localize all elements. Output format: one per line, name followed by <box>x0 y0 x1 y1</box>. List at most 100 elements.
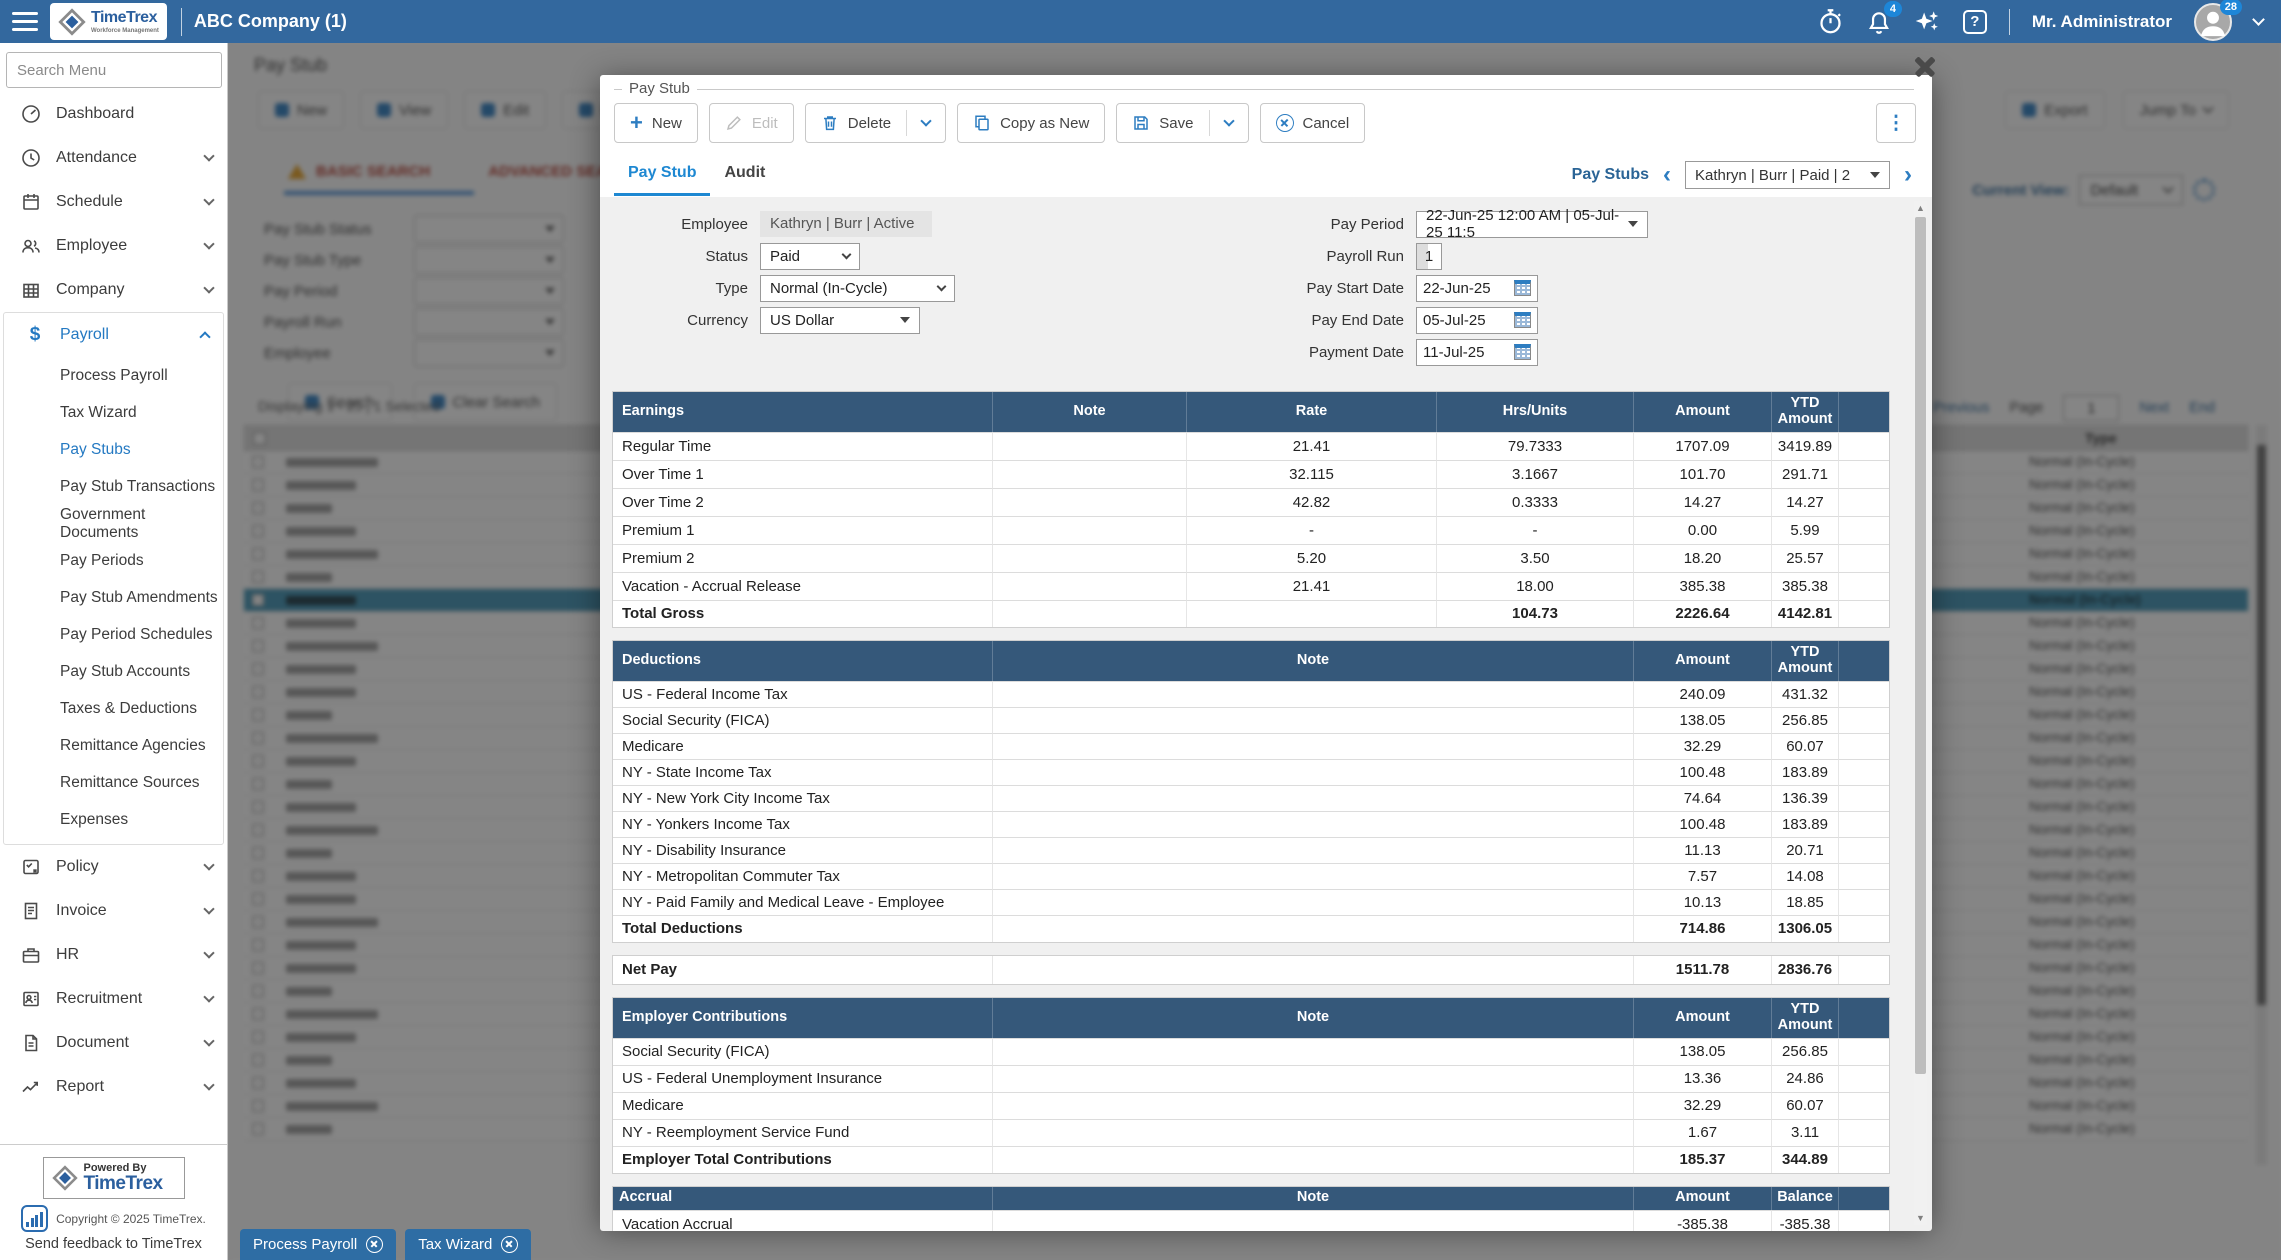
sidebar-item-policy[interactable]: Policy <box>0 845 227 889</box>
user-menu-chevron-icon[interactable] <box>2252 13 2265 26</box>
scroll-down-icon[interactable] <box>1914 1211 1927 1225</box>
sidebar-subitem[interactable]: Remittance Sources <box>4 764 223 801</box>
sidebar-item-payroll[interactable]: Payroll <box>4 313 223 357</box>
deduction-row[interactable]: NY - Metropolitan Commuter Tax 7.57 14.0… <box>613 863 1889 889</box>
sidebar-subitem[interactable]: Pay Period Schedules <box>4 616 223 653</box>
modal-content: Employee Kathryn | Burr | Active Status … <box>600 197 1932 1231</box>
earnings-row[interactable]: Regular Time 21.41 79.7333 1707.09 3419.… <box>613 432 1889 460</box>
employee-field: Kathryn | Burr | Active <box>760 211 932 237</box>
powered-by-timetrex[interactable]: Powered By TimeTrex <box>43 1157 185 1199</box>
close-circle-icon[interactable] <box>501 1236 518 1253</box>
dock-tab-tax-wizard[interactable]: Tax Wizard <box>405 1229 531 1260</box>
employer-contribution-row[interactable]: NY - Reemployment Service Fund 1.67 3.11 <box>613 1119 1889 1146</box>
earnings-row[interactable]: Over Time 2 42.82 0.3333 14.27 14.27 <box>613 488 1889 516</box>
sidebar-item-company[interactable]: Company <box>0 268 227 312</box>
delete-menu-chevron[interactable] <box>907 104 945 142</box>
tab-pay-stub[interactable]: Pay Stub <box>614 154 710 196</box>
bar-chart-icon[interactable] <box>21 1205 48 1232</box>
earnings-row[interactable]: Premium 1 - - 0.00 5.99 <box>613 516 1889 544</box>
deduction-row[interactable]: NY - State Income Tax 100.48 183.89 <box>613 759 1889 785</box>
scroll-up-icon[interactable] <box>1914 201 1927 215</box>
copy-as-new-button[interactable]: Copy as New <box>957 103 1105 143</box>
modal-legend: Pay Stub <box>622 80 697 97</box>
save-button[interactable]: Save <box>1117 104 1208 142</box>
deduction-row[interactable]: US - Federal Income Tax 240.09 431.32 <box>613 681 1889 707</box>
delete-button[interactable]: Delete <box>806 104 906 142</box>
deduction-row[interactable]: NY - Disability Insurance 11.13 20.71 <box>613 837 1889 863</box>
plus-icon <box>630 112 643 134</box>
sidebar-subitem[interactable]: Process Payroll <box>4 357 223 394</box>
currency-select[interactable]: US Dollar <box>760 307 920 334</box>
sidebar-item-schedule[interactable]: Schedule <box>0 180 227 224</box>
close-circle-icon[interactable] <box>366 1236 383 1253</box>
record-selector[interactable]: Kathryn | Burr | Paid | 2 <box>1685 161 1890 189</box>
deduction-row[interactable]: NY - New York City Income Tax 74.64 136.… <box>613 785 1889 811</box>
save-menu-chevron[interactable] <box>1210 104 1248 142</box>
employer-contribution-row[interactable]: US - Federal Unemployment Insurance 13.3… <box>613 1065 1889 1092</box>
tab-audit[interactable]: Audit <box>710 154 779 196</box>
earnings-row[interactable]: Over Time 1 32.115 3.1667 101.70 291.71 <box>613 460 1889 488</box>
chevron-down-icon <box>203 991 214 1002</box>
close-icon[interactable] <box>1910 52 1940 82</box>
calendar-icon[interactable] <box>1514 280 1531 296</box>
app-window: TimeTrex Workforce Management ABC Compan… <box>0 0 2281 1260</box>
caret-down-icon <box>1870 172 1880 178</box>
edit-button[interactable]: Edit <box>709 103 794 143</box>
payment-date-input[interactable]: 11-Jul-25 <box>1416 339 1538 366</box>
sidebar-subitem[interactable]: Remittance Agencies <box>4 727 223 764</box>
previous-record-icon[interactable]: ‹ <box>1661 163 1673 187</box>
accrual-row[interactable]: Vacation Accrual -385.38 -385.38 <box>613 1210 1889 1231</box>
feedback-link[interactable]: Send feedback to TimeTrex <box>0 1236 227 1252</box>
pay-period-select[interactable]: 22-Jun-25 12:00 AM | 05-Jul-25 11:5 <box>1416 211 1648 238</box>
sidebar-item-recruitment[interactable]: Recruitment <box>0 977 227 1021</box>
earnings-row[interactable]: Premium 2 5.20 3.50 18.20 25.57 <box>613 544 1889 572</box>
modal-scrollbar[interactable] <box>1914 201 1927 1225</box>
sidebar-item-invoice[interactable]: Invoice <box>0 889 227 933</box>
sidebar-subitem[interactable]: Expenses <box>4 801 223 838</box>
kebab-menu-icon[interactable] <box>1876 103 1916 143</box>
timetrex-logo[interactable]: TimeTrex Workforce Management <box>50 3 167 40</box>
employer-contribution-row[interactable]: Social Security (FICA) 138.05 256.85 <box>613 1038 1889 1065</box>
next-record-icon[interactable]: › <box>1902 163 1914 187</box>
cancel-button[interactable]: Cancel <box>1260 103 1366 143</box>
status-select[interactable]: Paid <box>760 243 860 270</box>
sidebar-subitem[interactable]: Pay Stubs <box>4 431 223 468</box>
sidebar-item-dashboard[interactable]: Dashboard <box>0 92 227 136</box>
whats-new-icon[interactable] <box>1914 8 1941 35</box>
calendar-icon[interactable] <box>1514 344 1531 360</box>
scrollbar-thumb[interactable] <box>1915 217 1926 1074</box>
pay-end-date-input[interactable]: 05-Jul-25 <box>1416 307 1538 334</box>
deduction-row[interactable]: Medicare 32.29 60.07 <box>613 733 1889 759</box>
calendar-icon[interactable] <box>1514 312 1531 328</box>
menu-icon[interactable] <box>0 0 46 43</box>
search-menu-input[interactable] <box>6 52 222 88</box>
help-icon[interactable] <box>1963 10 1987 34</box>
sidebar-subitem[interactable]: Pay Stub Transactions <box>4 468 223 505</box>
timer-icon[interactable] <box>1817 8 1844 35</box>
sidebar-subitem[interactable]: Government Documents <box>4 505 223 542</box>
sidebar-subitem[interactable]: Tax Wizard <box>4 394 223 431</box>
employer-contribution-row[interactable]: Medicare 32.29 60.07 <box>613 1092 1889 1119</box>
sidebar-subitem[interactable]: Taxes & Deductions <box>4 690 223 727</box>
deduction-row[interactable]: NY - Paid Family and Medical Leave - Emp… <box>613 889 1889 915</box>
type-select[interactable]: Normal (In-Cycle) <box>760 275 955 302</box>
dollar-icon <box>24 324 46 346</box>
sidebar-item-hr[interactable]: HR <box>0 933 227 977</box>
sidebar-subitem[interactable]: Pay Stub Accounts <box>4 653 223 690</box>
sidebar-item-document[interactable]: Document <box>0 1021 227 1065</box>
deductions-table: Deductions Note Amount YTD Amount US - F… <box>612 640 1890 943</box>
sidebar-item-attendance[interactable]: Attendance <box>0 136 227 180</box>
avatar[interactable]: 28 <box>2194 3 2232 41</box>
earnings-row[interactable]: Vacation - Accrual Release 21.41 18.00 3… <box>613 572 1889 600</box>
dock-tab-process-payroll[interactable]: Process Payroll <box>240 1229 396 1260</box>
payroll-run-input[interactable]: 1 <box>1416 243 1442 270</box>
deduction-row[interactable]: NY - Yonkers Income Tax 100.48 183.89 <box>613 811 1889 837</box>
sidebar-item-employee[interactable]: Employee <box>0 224 227 268</box>
deduction-row[interactable]: Social Security (FICA) 138.05 256.85 <box>613 707 1889 733</box>
notifications-icon[interactable]: 4 <box>1866 9 1892 35</box>
sidebar-subitem[interactable]: Pay Stub Amendments <box>4 579 223 616</box>
new-button[interactable]: New <box>614 103 698 143</box>
sidebar-subitem[interactable]: Pay Periods <box>4 542 223 579</box>
sidebar-item-report[interactable]: Report <box>0 1065 227 1109</box>
pay-start-date-input[interactable]: 22-Jun-25 <box>1416 275 1538 302</box>
